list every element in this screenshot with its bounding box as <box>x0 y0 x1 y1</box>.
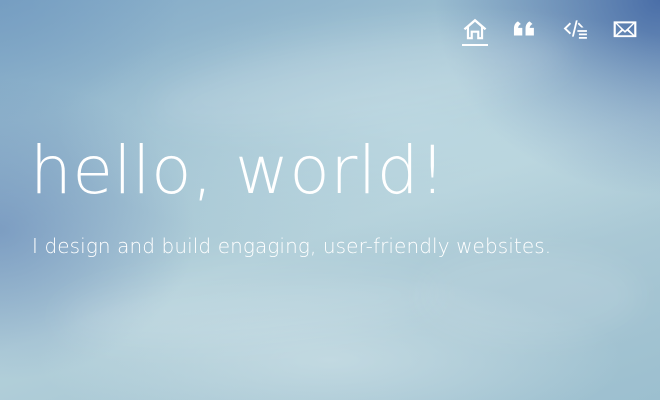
hero-background: hello, world! I design and build engagin… <box>0 0 660 400</box>
top-nav <box>442 16 642 50</box>
nav-home[interactable] <box>458 16 492 50</box>
nav-code[interactable] <box>558 16 592 50</box>
hero-subtitle: I design and build engaging, user-friend… <box>32 234 552 258</box>
nav-contact[interactable] <box>608 16 642 50</box>
cloud-shape <box>420 250 640 340</box>
code-icon <box>563 20 587 39</box>
cloud-shape <box>58 256 442 354</box>
quote-icon <box>513 21 534 36</box>
home-icon <box>463 18 487 40</box>
hero-title: hello, world! <box>30 132 447 209</box>
mail-icon <box>613 21 637 38</box>
nav-quotes[interactable] <box>508 16 542 50</box>
